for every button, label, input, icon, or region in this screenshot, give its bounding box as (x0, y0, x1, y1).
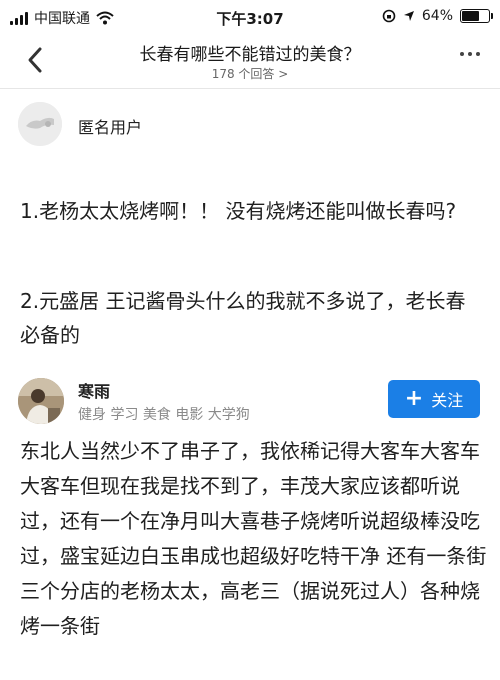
follow-button[interactable]: + 关注 (388, 380, 480, 418)
plus-icon: + (404, 386, 424, 411)
status-right: 64% (382, 8, 493, 24)
back-chevron-icon[interactable] (20, 44, 52, 76)
avatar[interactable] (18, 102, 62, 146)
screen-lock-icon (382, 9, 396, 23)
avatar[interactable] (18, 378, 64, 424)
answer-body: 东北人当然少不了串子了，我依稀记得大客车大客车大客车但现在我是找不到了，丰茂大家… (20, 439, 487, 638)
status-bar: 中国联通 下午3:07 64% (0, 0, 500, 36)
answer-count[interactable]: 178 个回答 > (70, 65, 430, 82)
answer-paragraph-2: 2.元盛居 王记酱骨头什么的我就不多说了，老长春必备的 (20, 289, 466, 347)
author-tags: 健身 学习 美食 电影 大学狗 (78, 407, 250, 423)
anonymous-avatar-icon (18, 102, 62, 146)
location-icon (403, 11, 414, 21)
battery-fill (462, 11, 479, 21)
author-name[interactable]: 寒雨 (78, 378, 110, 402)
author-name[interactable]: 匿名用户 (78, 114, 142, 138)
battery-percent: 64% (421, 8, 453, 24)
follow-label: 关注 (431, 391, 464, 410)
user-photo-icon (18, 378, 64, 424)
battery-icon (460, 9, 493, 23)
more-dots-icon[interactable] (460, 52, 480, 56)
anonymous-author-row[interactable]: 匿名用户 (0, 98, 500, 154)
question-title[interactable]: 长春有哪些不能错过的美食？ (70, 40, 430, 65)
author-row[interactable]: 寒雨 健身 学习 美食 电影 大学狗 + 关注 (0, 372, 500, 432)
answer-paragraph-1: 1.老杨太太烧烤啊！！ 没有烧烤还能叫做长春吗? (20, 199, 457, 223)
header-divider (0, 88, 500, 89)
question-header: 长春有哪些不能错过的美食？ 178 个回答 > (0, 36, 500, 88)
